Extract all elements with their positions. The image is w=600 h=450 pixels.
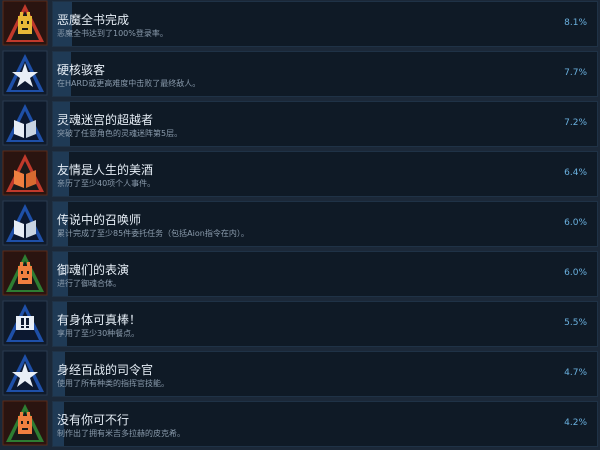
achievement-panel: 友情是人生的美酒 亲历了至少40项个人事件。 6.4% xyxy=(52,151,598,197)
blue-book-emblem-icon xyxy=(2,100,48,146)
achievement-description: 突破了任意角色的灵魂迷阵第5层。 xyxy=(57,129,183,138)
achievement-description: 制作出了拥有米吉多拉赫的皮克希。 xyxy=(57,429,185,438)
blue-star-emblem-icon xyxy=(2,350,48,396)
unlock-percentage: 7.7% xyxy=(564,68,587,78)
unlock-percentage: 8.1% xyxy=(564,18,587,28)
achievement-title: 御魂们的表演 xyxy=(57,263,130,277)
achievement-title: 恶魔全书完成 xyxy=(57,13,130,27)
achievement-panel: 御魂们的表演 进行了御魂合体。 6.0% xyxy=(52,251,598,297)
achievement-panel: 硬核骇客 在HARD或更高难度中击败了最终敌人。 7.7% xyxy=(52,51,598,97)
unlock-percentage: 6.0% xyxy=(564,218,587,228)
achievement-title: 没有你可不行 xyxy=(57,413,130,427)
achievement-row[interactable]: 灵魂迷宫的超越者 突破了任意角色的灵魂迷阵第5层。 7.2% xyxy=(0,100,600,150)
achievement-row[interactable]: 友情是人生的美酒 亲历了至少40项个人事件。 6.4% xyxy=(0,150,600,200)
achievement-row[interactable]: 没有你可不行 制作出了拥有米吉多拉赫的皮克希。 4.2% xyxy=(0,400,600,450)
achievement-row[interactable]: 身经百战的司令官 使用了所有种类的指挥官技能。 4.7% xyxy=(0,350,600,400)
achievement-list: 恶魔全书完成 恶魔全书达到了100%登录率。 8.1% 硬核骇客 在HARD或更… xyxy=(0,0,600,450)
achievement-panel: 身经百战的司令官 使用了所有种类的指挥官技能。 4.7% xyxy=(52,351,598,397)
achievement-title: 身经百战的司令官 xyxy=(57,363,154,377)
unlock-percentage: 4.7% xyxy=(564,368,587,378)
achievement-row[interactable]: 御魂们的表演 进行了御魂合体。 6.0% xyxy=(0,250,600,300)
achievement-panel: 传说中的召唤师 累计完成了至少85件委托任务（包括Aion指令在内）。 6.0% xyxy=(52,201,598,247)
orange-book-emblem-icon xyxy=(2,150,48,196)
achievement-title: 友情是人生的美酒 xyxy=(57,163,154,177)
achievement-row[interactable]: 传说中的召唤师 累计完成了至少85件委托任务（包括Aion指令在内）。 6.0% xyxy=(0,200,600,250)
unlock-percentage: 7.2% xyxy=(564,118,587,128)
orange-demon-emblem-icon xyxy=(2,250,48,296)
achievement-title: 有身体可真棒！ xyxy=(57,313,142,327)
unlock-percentage: 4.2% xyxy=(564,418,587,428)
achievement-title: 灵魂迷宫的超越者 xyxy=(57,113,154,127)
achievement-description: 恶魔全书达到了100%登录率。 xyxy=(57,29,168,38)
achievement-description: 在HARD或更高难度中击败了最终敌人。 xyxy=(57,79,201,88)
unlock-percentage: 6.4% xyxy=(564,168,587,178)
achievement-panel: 没有你可不行 制作出了拥有米吉多拉赫的皮克希。 4.2% xyxy=(52,401,598,447)
achievement-panel: 恶魔全书完成 恶魔全书达到了100%登录率。 8.1% xyxy=(52,1,598,47)
unlock-percentage: 5.5% xyxy=(564,318,587,328)
achievement-description: 累计完成了至少85件委托任务（包括Aion指令在内）。 xyxy=(57,229,249,238)
achievement-row[interactable]: 硬核骇客 在HARD或更高难度中击败了最终敌人。 7.7% xyxy=(0,50,600,100)
orange-demon-emblem-icon xyxy=(2,400,48,446)
achievement-description: 亲历了至少40项个人事件。 xyxy=(57,179,156,188)
blue-book-emblem-icon xyxy=(2,200,48,246)
achievement-row[interactable]: 有身体可真棒！ 享用了至少30种餐点。 5.5% xyxy=(0,300,600,350)
unlock-percentage: 6.0% xyxy=(564,268,587,278)
achievement-panel: 有身体可真棒！ 享用了至少30种餐点。 5.5% xyxy=(52,301,598,347)
gold-demon-emblem-icon xyxy=(2,0,48,46)
exclamation-emblem-icon xyxy=(2,300,48,346)
blue-star-emblem-icon xyxy=(2,50,48,96)
achievement-title: 传说中的召唤师 xyxy=(57,213,142,227)
achievement-title: 硬核骇客 xyxy=(57,63,106,77)
achievement-row[interactable]: 恶魔全书完成 恶魔全书达到了100%登录率。 8.1% xyxy=(0,0,600,50)
achievement-panel: 灵魂迷宫的超越者 突破了任意角色的灵魂迷阵第5层。 7.2% xyxy=(52,101,598,147)
achievement-description: 进行了御魂合体。 xyxy=(57,279,121,288)
achievement-description: 使用了所有种类的指挥官技能。 xyxy=(57,379,169,388)
achievement-description: 享用了至少30种餐点。 xyxy=(57,329,140,338)
